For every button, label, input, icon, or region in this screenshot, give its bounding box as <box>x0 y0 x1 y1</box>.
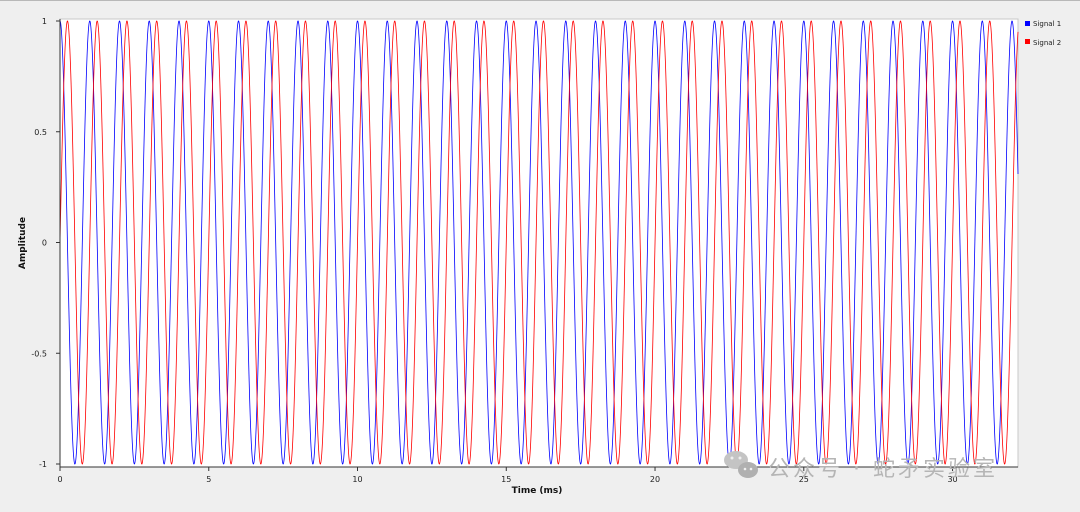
x-axis-title: Time (ms) <box>512 486 563 496</box>
x-tick-label: 20 <box>650 475 660 484</box>
y-axis-ticks: 1 0.5 0 -0.5 -1 <box>31 17 60 469</box>
legend-label-signal-2: Signal 2 <box>1033 39 1061 47</box>
x-tick-label: 0 <box>57 475 62 484</box>
watermark-text: 公众号 · 蛇矛实验室 <box>768 457 998 482</box>
legend-swatch-signal-2 <box>1025 39 1030 44</box>
y-tick-label: 1 <box>42 17 47 26</box>
y-tick-label: 0 <box>42 239 47 248</box>
y-tick-label: 0.5 <box>34 128 47 137</box>
y-tick-label: -1 <box>39 460 47 469</box>
line-chart: 0 5 10 15 20 25 30 10.50-0.5-1 Time (ms) Ampli… <box>18 17 1061 496</box>
x-tick-label: 5 <box>206 475 211 484</box>
x-tick-label: 15 <box>501 475 511 484</box>
y-tick-label: -0.5 <box>31 349 47 358</box>
x-tick-label: 10 <box>352 475 362 484</box>
chart-window: 0 5 10 15 20 25 30 1 0.5 0 -0.5 -1 Time (ms) Ampli… <box>0 0 1080 511</box>
legend-label-signal-1: Signal 1 <box>1033 20 1061 28</box>
legend: Signal 1 Signal 2 <box>1025 20 1061 47</box>
legend-swatch-signal-1 <box>1025 21 1030 26</box>
y-axis-title: Amplitude <box>18 217 28 269</box>
